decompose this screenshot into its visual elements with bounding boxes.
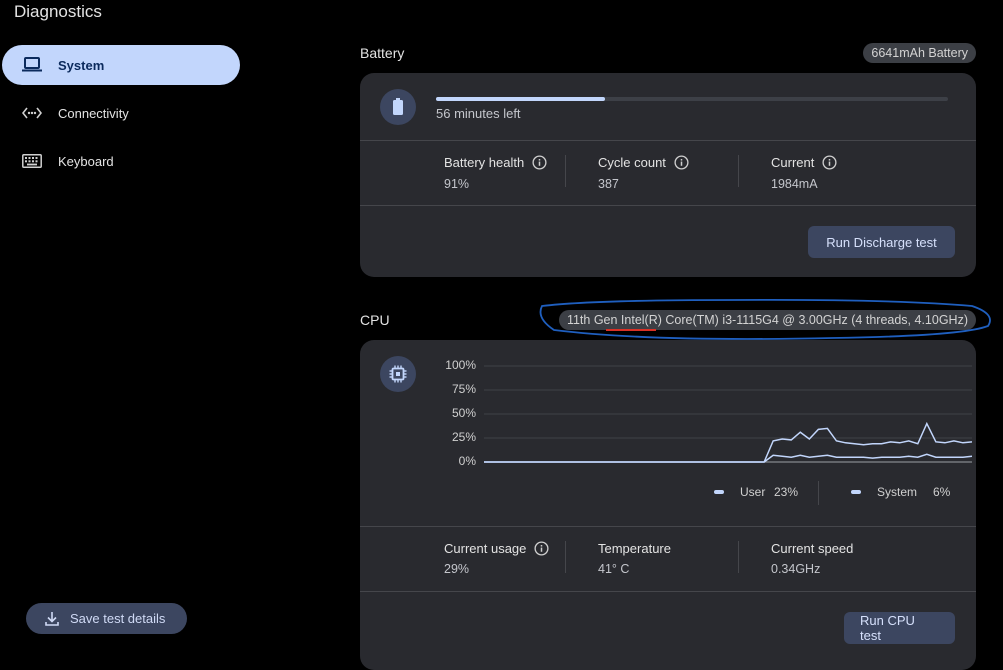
cycle-count-label: Cycle count [598, 155, 689, 170]
connectivity-icon [22, 103, 42, 123]
info-icon[interactable] [534, 541, 549, 556]
divider [738, 541, 739, 573]
cycle-count-value: 387 [598, 177, 619, 191]
current-speed-label: Current speed [771, 541, 854, 556]
info-icon[interactable] [532, 155, 547, 170]
divider [360, 205, 976, 206]
download-icon [44, 611, 60, 627]
y-tick-label: 100% [445, 358, 476, 372]
sidebar-item-connectivity[interactable]: Connectivity [2, 93, 240, 133]
info-icon[interactable] [822, 155, 837, 170]
cpu-chip-icon [380, 356, 416, 392]
battery-charge-bar [436, 97, 948, 101]
divider [738, 155, 739, 187]
sidebar-item-keyboard[interactable]: Keyboard [2, 141, 240, 181]
current-usage-label: Current usage [444, 541, 549, 556]
divider [565, 541, 566, 573]
battery-icon [380, 89, 416, 125]
sidebar-item-system[interactable]: System [2, 45, 240, 85]
current-value: 1984mA [771, 177, 818, 191]
battery-charge-fill [436, 97, 605, 101]
series-line-user [484, 421, 972, 463]
keyboard-icon [22, 151, 42, 171]
sidebar-item-label: System [58, 57, 105, 73]
cpu-section-title: CPU [360, 312, 390, 328]
current-speed-value: 0.34GHz [771, 562, 821, 576]
battery-health-label-text: Battery health [444, 155, 525, 170]
divider [360, 526, 976, 527]
legend-swatch-user [714, 490, 724, 494]
y-tick-label: 25% [451, 430, 476, 444]
laptop-icon [22, 55, 42, 75]
current-label-text: Current [771, 155, 815, 170]
y-tick-label: 0% [458, 454, 476, 468]
battery-section-title: Battery [360, 45, 405, 61]
y-tick-label: 75% [451, 382, 476, 396]
series-line-system [484, 453, 972, 463]
save-test-details-button[interactable]: Save test details [26, 603, 187, 634]
divider [818, 481, 819, 505]
save-button-label: Save test details [70, 611, 166, 626]
temperature-label: Temperature [598, 541, 671, 556]
app-title: Diagnostics [14, 2, 102, 21]
sidebar-item-label: Connectivity [58, 105, 129, 121]
cpu-card: 100% 75% 50% 25% 0% User 23% System 6% C… [360, 340, 976, 670]
legend-swatch-system [851, 490, 861, 494]
battery-health-label: Battery health [444, 155, 547, 170]
current-usage-label-text: Current usage [444, 541, 527, 556]
current-usage-value: 29% [444, 562, 470, 576]
legend-user-value: 23% [774, 485, 799, 499]
divider [360, 591, 976, 592]
legend-system-name: System [877, 485, 918, 499]
sidebar-item-label: Keyboard [58, 153, 114, 169]
battery-card: 56 minutes left Battery health 91% Cycle… [360, 73, 976, 277]
run-discharge-test-button[interactable]: Run Discharge test [808, 226, 955, 258]
info-icon[interactable] [674, 155, 689, 170]
cpu-usage-chart [484, 365, 972, 463]
current-label: Current [771, 155, 837, 170]
divider [360, 140, 976, 141]
divider [565, 155, 566, 187]
battery-health-value: 91% [444, 177, 470, 191]
legend-user-name: User [740, 485, 766, 499]
annotation-circle [539, 298, 991, 340]
cycle-count-label-text: Cycle count [598, 155, 666, 170]
y-tick-label: 50% [451, 406, 476, 420]
battery-capacity-chip: 6641mAh Battery [863, 43, 976, 63]
battery-time-left: 56 minutes left [436, 106, 521, 121]
legend-system-value: 6% [933, 485, 951, 499]
temperature-value: 41° C [598, 562, 630, 576]
run-cpu-test-button[interactable]: Run CPU test [844, 612, 955, 644]
